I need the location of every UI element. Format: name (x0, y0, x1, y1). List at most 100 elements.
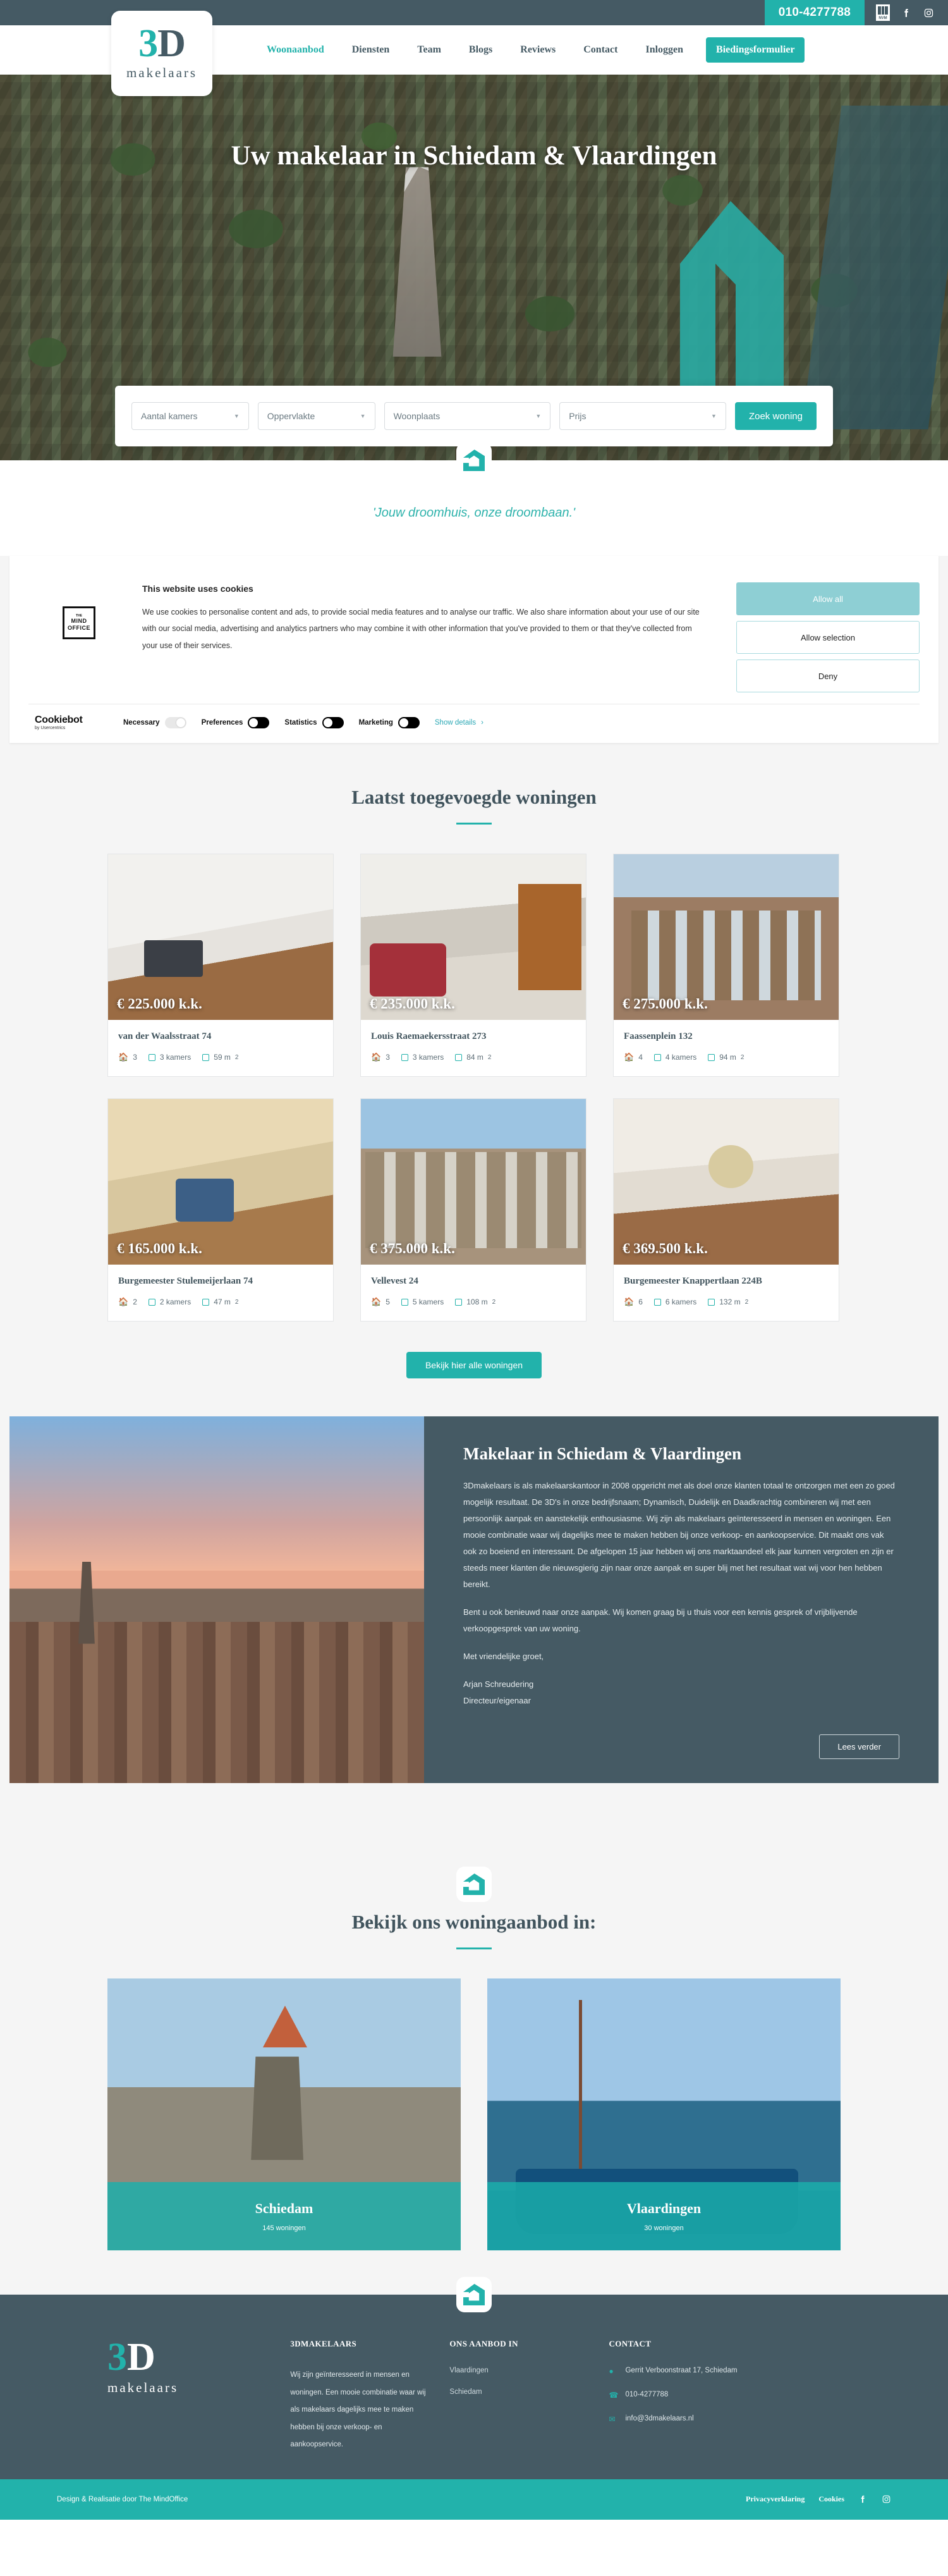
footer-email: info@3dmakelaars.nl (625, 2415, 694, 2422)
listing-meta: 🏠 3 3 kamers 84 m2 (371, 1052, 576, 1062)
city-card-schiedam[interactable]: Schiedam 145 woningen (107, 1978, 461, 2250)
listing-rooms: 4 kamers (653, 1053, 696, 1062)
footer-link-cookies[interactable]: Cookies (818, 2494, 844, 2504)
main-navbar: 3D makelaars Woonaanbod Diensten Team Bl… (0, 11, 948, 96)
search-surface-value: Oppervlakte (267, 411, 315, 421)
cookie-allow-selection-button[interactable]: Allow selection (736, 621, 920, 654)
listing-bedrooms: 🏠 5 (371, 1297, 390, 1307)
nav-item-team[interactable]: Team (403, 44, 455, 56)
facebook-icon[interactable] (858, 2494, 868, 2504)
search-price-value: Prijs (569, 411, 586, 421)
listing-photo-image (614, 1099, 839, 1265)
footer-logo-wordmark: makelaars (107, 2379, 179, 2395)
listing-bedrooms: 🏠 2 (118, 1297, 137, 1307)
listing-card[interactable]: € 375.000 k.k. Vellevest 24 🏠 5 5 kamers … (360, 1098, 586, 1322)
view-all-listings-button[interactable]: Bekijk hier alle woningen (406, 1352, 542, 1378)
footer-logo: 3D makelaars (107, 2336, 290, 2454)
nav-item-woonaanbod[interactable]: Woonaanbod (253, 44, 338, 56)
about-read-more-button[interactable]: Lees verder (819, 1734, 899, 1759)
listing-card[interactable]: € 369.500 k.k. Burgemeester Knappertlaan… (613, 1098, 839, 1322)
listing-card[interactable]: € 275.000 k.k. Faassenplein 132 🏠 4 4 kam… (613, 854, 839, 1077)
search-surface-select[interactable]: Oppervlakte ▼ (257, 402, 375, 430)
cookie-allow-all-button[interactable]: Allow all (736, 582, 920, 615)
listing-card[interactable]: € 165.000 k.k. Burgemeester Stulemeijerl… (107, 1098, 334, 1322)
listing-photo: € 225.000 k.k. (108, 854, 333, 1020)
listings-grid: € 225.000 k.k. van der Waalsstraat 74 🏠 3… (107, 854, 841, 1322)
cookie-toggle-preferences-label: Preferences (201, 718, 243, 727)
cookie-deny-button[interactable]: Deny (736, 659, 920, 692)
listing-area-sup: 2 (234, 1053, 239, 1061)
site-logo[interactable]: 3D makelaars (111, 11, 212, 96)
listing-photo-image (614, 854, 839, 1020)
footer-address: Gerrit Verboonstraat 17, Schiedam (625, 2367, 738, 2374)
chevron-down-icon: ▼ (535, 413, 542, 419)
cities-grid: Schiedam 145 woningen Vlaardingen 30 won… (107, 1978, 841, 2250)
listing-rooms: 5 kamers (401, 1297, 444, 1306)
toggle-switch-marketing (398, 716, 420, 728)
listing-body: van der Waalsstraat 74 🏠 3 3 kamers 59 m2 (108, 1020, 333, 1076)
listing-meta: 🏠 3 3 kamers 59 m2 (118, 1052, 323, 1062)
facebook-icon[interactable] (901, 8, 912, 18)
toggle-switch-preferences (248, 716, 270, 728)
latest-listings-section: Laatst toegevoegde woningen € 225.000 k.… (0, 761, 948, 1416)
footer-logo-d: D (127, 2336, 155, 2379)
nav-item-blogs[interactable]: Blogs (455, 44, 506, 56)
footer-link-privacy[interactable]: Privacyverklaring (746, 2494, 805, 2504)
nvm-icon[interactable]: NVM (876, 4, 890, 21)
house-icon: 🏠 (118, 1297, 129, 1306)
listing-area-value: 132 m (719, 1297, 741, 1306)
listing-body: Louis Raemaekersstraat 273 🏠 3 3 kamers 8… (361, 1020, 586, 1076)
listing-address: Burgemeester Stulemeijerlaan 74 (118, 1276, 253, 1286)
footer-column-offer: ONS AANBOD IN Vlaardingen Schiedam (449, 2339, 609, 2454)
listing-address: Louis Raemaekersstraat 273 (371, 1031, 487, 1041)
topbar-phone[interactable]: 010-4277788 (764, 0, 865, 25)
listing-address: van der Waalsstraat 74 (118, 1031, 212, 1041)
footer-phone-row[interactable]: ☎ 010-4277788 (609, 2391, 841, 2400)
listing-area: 132 m2 (708, 1297, 748, 1306)
city-card-vlaardingen[interactable]: Vlaardingen 30 woningen (487, 1978, 841, 2250)
cookie-toggle-statistics[interactable]: Statistics (284, 716, 344, 728)
logo-three: 3 (138, 22, 158, 66)
search-city-select[interactable]: Woonplaats ▼ (384, 402, 551, 430)
footer-bottom-inner: Design & Realisatie door The MindOffice … (57, 2494, 891, 2504)
cookie-show-details-link[interactable]: Show details › (435, 719, 483, 727)
search-rooms-select[interactable]: Aantal kamers ▼ (131, 402, 249, 430)
nav-item-inloggen[interactable]: Inloggen (631, 44, 697, 56)
cookie-banner-strip: THE MIND OFFICE This website uses cookie… (0, 556, 948, 761)
instagram-icon[interactable] (923, 8, 934, 18)
hero-section: Uw makelaar in Schiedam & Vlaardingen Aa… (0, 75, 948, 460)
city-label: Schiedam 145 woningen (107, 2182, 461, 2250)
nav-cta-biedingsformulier[interactable]: Biedingsformulier (706, 37, 805, 63)
listing-area-value: 108 m (466, 1297, 488, 1306)
listing-body: Burgemeester Stulemeijerlaan 74 🏠 2 2 kam… (108, 1265, 333, 1321)
footer-credit: Design & Realisatie door The MindOffice (57, 2495, 188, 2503)
cookie-toggle-necessary[interactable]: Necessary (123, 716, 186, 728)
listing-bedrooms-value: 3 (386, 1053, 390, 1062)
search-price-select[interactable]: Prijs ▼ (559, 402, 726, 430)
listing-card[interactable]: € 225.000 k.k. van der Waalsstraat 74 🏠 3… (107, 854, 334, 1077)
listing-area: 59 m2 (202, 1053, 238, 1062)
listing-area: 94 m 2 (708, 1053, 744, 1062)
listing-card[interactable]: € 235.000 k.k. Louis Raemaekersstraat 27… (360, 854, 586, 1077)
footer-offer-vlaardingen[interactable]: Vlaardingen (449, 2367, 586, 2374)
nav-item-diensten[interactable]: Diensten (338, 44, 404, 56)
cookie-toggle-marketing[interactable]: Marketing (359, 716, 420, 728)
cookie-toggle-preferences[interactable]: Preferences (201, 716, 270, 728)
about-section: Makelaar in Schiedam & Vlaardingen 3Dmak… (0, 1416, 948, 1834)
footer-logo-3d: 3D (107, 2336, 290, 2379)
cookiebot-logo: Cookiebot by Usercentrics (28, 715, 123, 730)
instagram-icon[interactable] (882, 2494, 891, 2504)
cookie-show-details-label: Show details (434, 718, 477, 727)
listing-area-value: 84 m (466, 1053, 483, 1062)
cities-section: Bekijk ons woningaanbod in: Schiedam 145… (0, 1834, 948, 2295)
nav-item-reviews[interactable]: Reviews (506, 44, 569, 56)
room-icon (653, 1053, 661, 1061)
nav-item-contact[interactable]: Contact (569, 44, 631, 56)
house-icon: 🏠 (371, 1297, 382, 1306)
footer-email-row[interactable]: ✉ info@3dmakelaars.nl (609, 2415, 841, 2424)
house-icon: 🏠 (624, 1052, 635, 1062)
search-submit-button[interactable]: Zoek woning (734, 402, 817, 430)
footer-offer-schiedam[interactable]: Schiedam (449, 2388, 586, 2396)
section-underline (456, 823, 492, 825)
listing-photo-image (108, 854, 333, 1020)
